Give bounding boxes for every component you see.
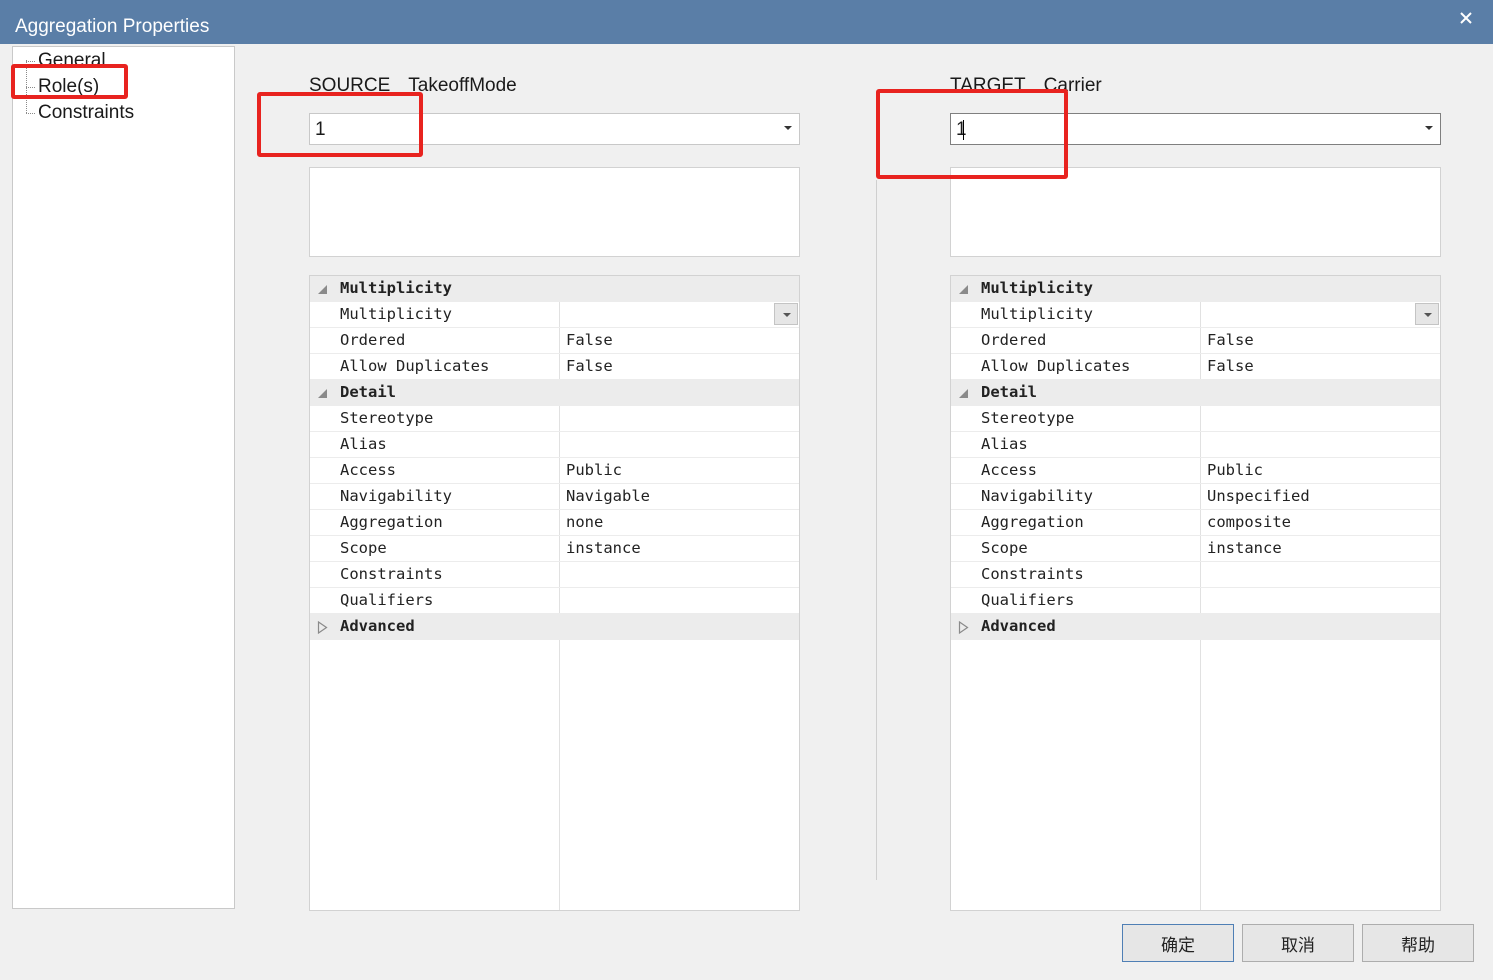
close-button[interactable] [1452,6,1480,30]
property-row[interactable]: Navigability Unspecified [951,484,1440,510]
category-detail[interactable]: Detail [951,380,1440,406]
category-detail[interactable]: Detail [310,380,799,406]
tree-branch [26,113,35,114]
category-multiplicity[interactable]: Multiplicity [951,276,1440,302]
property-row[interactable]: Scope instance [310,536,799,562]
cancel-button[interactable]: 取消 [1242,924,1354,962]
category-advanced[interactable]: Advanced [310,614,799,640]
property-row[interactable]: Access Public [951,458,1440,484]
dropdown-button[interactable] [1415,303,1439,325]
property-row[interactable]: Qualifiers [951,588,1440,614]
highlight-box [257,92,423,157]
property-row[interactable]: Alias [310,432,799,458]
property-row[interactable]: Alias [951,432,1440,458]
chevron-down-icon [784,126,792,130]
property-row[interactable]: Aggregation composite [951,510,1440,536]
collapse-icon[interactable] [958,284,969,295]
property-row[interactable]: Stereotype [310,406,799,432]
property-row[interactable]: Ordered False [951,328,1440,354]
help-button[interactable]: 帮助 [1362,924,1474,962]
chevron-down-icon [1425,126,1433,130]
property-row[interactable]: Scope instance [951,536,1440,562]
property-row[interactable]: Qualifiers [310,588,799,614]
property-row[interactable]: Constraints [310,562,799,588]
property-row[interactable]: Aggregation none [310,510,799,536]
collapse-icon[interactable] [317,388,328,399]
property-row[interactable]: Allow Duplicates False [310,354,799,380]
category-advanced[interactable]: Advanced [951,614,1440,640]
target-notes[interactable] [950,167,1441,257]
dropdown-button[interactable] [774,303,798,325]
tree-branch [26,61,35,62]
category-multiplicity[interactable]: Multiplicity [310,276,799,302]
property-row[interactable]: Multiplicity [310,302,799,328]
ok-button[interactable]: 确定 [1122,924,1234,962]
highlight-box [11,64,128,99]
nav-tree: General Role(s) Constraints [12,46,235,909]
source-element-name: TakeoffMode [408,75,517,96]
highlight-box [876,89,1068,179]
source-notes[interactable] [309,167,800,257]
property-row[interactable]: Navigability Navigable [310,484,799,510]
expand-icon[interactable] [317,621,328,634]
nav-item-constraints[interactable]: Constraints [38,102,134,124]
title-bar: Aggregation Properties [0,0,1493,44]
target-property-grid: Multiplicity Multiplicity Ordered False … [950,275,1441,911]
property-row[interactable]: Stereotype [951,406,1440,432]
column-divider [876,180,877,880]
property-row[interactable]: Ordered False [310,328,799,354]
expand-icon[interactable] [958,621,969,634]
window-title: Aggregation Properties [15,16,210,37]
property-row[interactable]: Allow Duplicates False [951,354,1440,380]
collapse-icon[interactable] [958,388,969,399]
property-row[interactable]: Access Public [310,458,799,484]
collapse-icon[interactable] [317,284,328,295]
property-row[interactable]: Constraints [951,562,1440,588]
property-row[interactable]: Multiplicity [951,302,1440,328]
close-icon [1460,12,1472,24]
source-property-grid: Multiplicity Multiplicity Ordered False … [309,275,800,911]
